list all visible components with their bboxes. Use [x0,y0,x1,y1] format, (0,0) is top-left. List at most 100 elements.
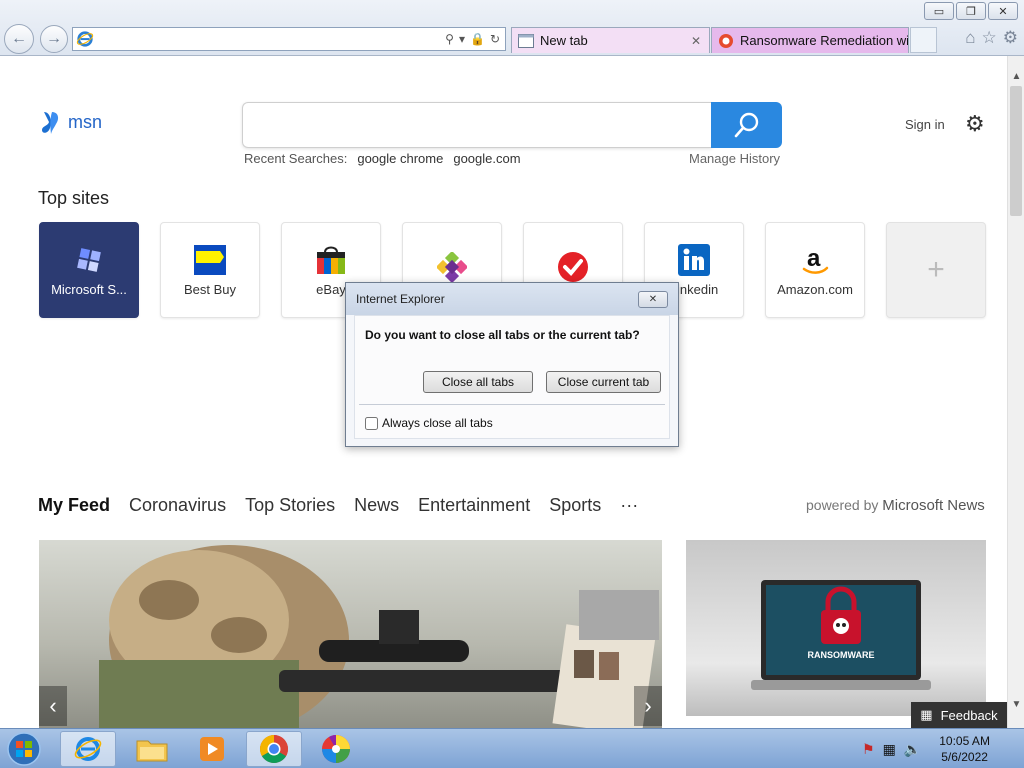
restore-button[interactable]: ❐ [956,2,986,20]
feed-navigation: My Feed Coronavirus Top Stories News Ent… [38,495,638,516]
always-close-all-option[interactable]: Always close all tabs [365,416,493,430]
dialog-close-button[interactable]: ✕ [638,290,668,308]
page-settings-button[interactable]: ⚙ [965,112,985,136]
recent-search-item[interactable]: google chrome [357,151,443,166]
search-icon[interactable]: ⚲ [445,32,454,46]
hero-news-card[interactable]: ‹ › [39,540,662,728]
close-all-tabs-button[interactable]: Close all tabs [423,371,533,393]
search-input[interactable] [243,103,712,147]
windows-taskbar: ⚑ ▦ 🔈 10:05 AM 5/6/2022 [0,728,1024,768]
feed-tab-sports[interactable]: Sports [549,495,601,516]
windows-start-icon [7,732,41,766]
hero-next-button[interactable]: › [634,686,662,726]
sign-in-link[interactable]: Sign in [905,117,945,132]
best-buy-logo-icon [194,244,226,276]
feed-tab-news[interactable]: News [354,495,399,516]
minimize-button[interactable]: ▭ [924,2,954,20]
dropdown-arrow-icon[interactable]: ▾ [459,32,465,46]
top-site-label: Best Buy [183,281,237,297]
manage-history-link[interactable]: Manage History [689,151,780,166]
tab-close-icon[interactable]: ✕ [691,34,705,48]
network-icon[interactable]: ▦ [883,741,896,758]
feed-tab-coronavirus[interactable]: Coronavirus [129,495,226,516]
scroll-down-icon[interactable]: ▼ [1008,696,1024,713]
svg-text:a: a [807,245,821,272]
taskbar-color-app[interactable] [308,731,364,767]
top-site-microsoft-store[interactable]: Microsoft S... [39,222,139,318]
taskbar-media-player[interactable] [184,731,240,767]
ransomware-news-card[interactable]: RANSOMWARE [686,540,986,716]
red-checkmark-logo-icon [557,251,589,283]
dialog-question: Do you want to close all tabs or the cur… [365,328,640,342]
home-icon[interactable]: ⌂ [965,28,975,48]
feedback-button[interactable]: ▦ Feedback [911,702,1007,728]
ie-logo-icon [76,31,94,47]
clock-date: 5/6/2022 [941,750,988,764]
msn-logo[interactable]: msn [40,108,102,136]
scrollbar-thumb[interactable] [1010,86,1022,216]
always-close-all-label: Always close all tabs [382,416,493,430]
tab-label: Ransomware Remediation wit... [740,33,908,48]
always-close-all-checkbox[interactable] [365,416,378,430]
recent-search-item[interactable]: google.com [453,151,520,166]
recent-searches: Recent Searches: google chrome google.co… [244,151,521,166]
close-icon: ✕ [648,293,658,305]
page-scrollbar[interactable]: ▲ ▼ [1007,56,1024,728]
action-center-flag-icon[interactable]: ⚑ [862,741,875,758]
new-tab-button[interactable] [910,27,937,53]
amazon-logo-icon: a [799,244,831,276]
address-input[interactable] [94,29,446,49]
scroll-up-icon[interactable]: ▲ [1008,68,1024,85]
feed-tab-entertainment[interactable]: Entertainment [418,495,530,516]
tab-new-tab[interactable]: New tab ✕ [511,27,710,53]
powered-by-brand: Microsoft News [882,497,985,514]
volume-icon[interactable]: 🔈 [904,741,921,758]
taskbar-google-chrome[interactable] [246,731,302,767]
top-site-label: Amazon.com [777,281,853,297]
browser-chrome: ▭ ❐ ✕ ← → ⚲ ▾ 🔒 ↻ New tab ✕ Ransomware R… [0,0,1024,56]
color-wheel-icon [322,735,350,763]
top-site-best-buy[interactable]: Best Buy [160,222,260,318]
clock[interactable]: 10:05 AM 5/6/2022 [939,733,990,765]
feed-tab-top-stories[interactable]: Top Stories [245,495,335,516]
close-tabs-dialog: Internet Explorer ✕ Do you want to close… [345,282,679,447]
msn-logo-text: msn [68,111,103,132]
search-icon [734,112,758,138]
page-icon [518,33,534,48]
laptop-ransomware-image: RANSOMWARE [751,580,931,690]
system-tray: ⚑ ▦ 🔈 10:05 AM 5/6/2022 [862,729,990,768]
microsoft-store-icon [73,244,105,276]
taskbar-internet-explorer[interactable] [60,731,116,767]
close-window-button[interactable]: ✕ [988,2,1018,20]
tab-label: New tab [540,33,588,48]
feed-tab-my-feed[interactable]: My Feed [38,495,110,516]
back-arrow-icon: ← [11,30,27,47]
media-player-icon [200,737,224,761]
refresh-icon[interactable]: ↻ [490,32,500,46]
top-site-amazon[interactable]: a Amazon.com [765,222,865,318]
window-controls: ▭ ❐ ✕ [924,2,1018,20]
tab-ransomware[interactable]: Ransomware Remediation wit... [711,27,909,53]
settings-gear-icon[interactable]: ⚙ [1003,28,1018,48]
add-top-site-button[interactable]: + [886,222,986,318]
taskbar-file-explorer[interactable] [124,731,180,767]
back-button[interactable]: ← [4,24,34,54]
chrome-icon [260,735,288,763]
forward-arrow-icon: → [46,30,62,47]
dialog-divider [359,404,665,405]
hero-prev-button[interactable]: ‹ [39,686,67,726]
start-button[interactable] [4,730,44,768]
search-box[interactable] [242,102,712,148]
favorites-star-icon[interactable]: ☆ [982,28,997,48]
feedback-label: Feedback [940,707,998,723]
close-current-tab-button[interactable]: Close current tab [546,371,661,393]
top-site-label: eBay [316,281,346,297]
search-button[interactable] [711,102,782,148]
feedback-icon: ▦ [920,707,933,722]
feed-more-button[interactable]: ··· [620,495,638,516]
address-bar[interactable]: ⚲ ▾ 🔒 ↻ [72,27,506,51]
gear-icon: ⚙ [965,111,985,136]
forward-button[interactable]: → [40,25,68,53]
lock-icon[interactable]: 🔒 [470,32,485,46]
ie-logo-icon [74,737,102,761]
